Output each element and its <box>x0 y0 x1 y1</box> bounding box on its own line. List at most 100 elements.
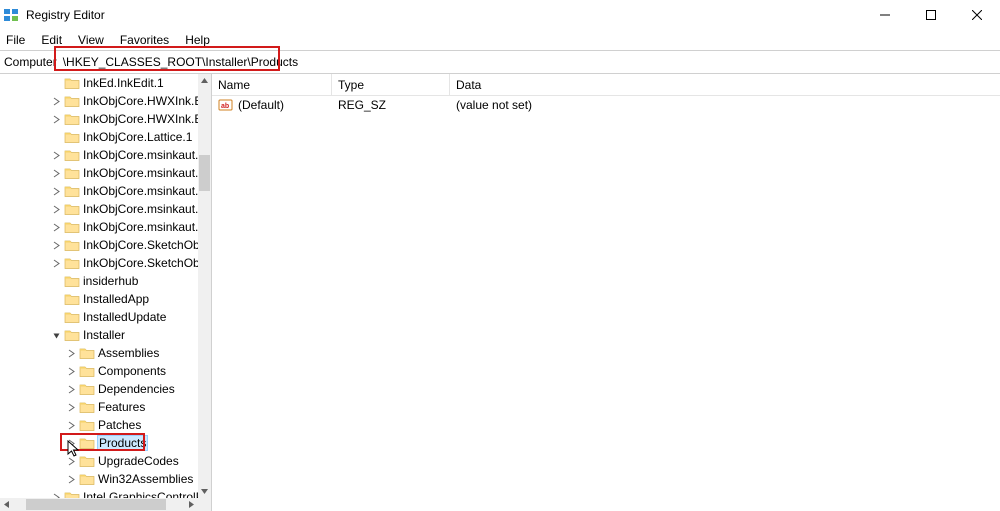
window-controls <box>862 0 1000 30</box>
tree-item-label: InkObjCore.HWXInk.E-I <box>83 112 198 126</box>
menu-edit[interactable]: Edit <box>33 31 70 49</box>
tree-item-label: InkEd.InkEdit.1 <box>83 76 164 90</box>
tree-item[interactable]: Installer <box>0 326 198 344</box>
tree-item-label: InkObjCore.msinkaut.In <box>83 202 198 216</box>
expand-icon[interactable] <box>64 346 78 360</box>
scroll-up-button[interactable] <box>198 74 211 87</box>
menu-view[interactable]: View <box>70 31 112 49</box>
expand-icon[interactable] <box>49 238 63 252</box>
tree-horizontal-scrollbar[interactable] <box>0 498 198 511</box>
expand-icon[interactable] <box>49 184 63 198</box>
expand-icon[interactable] <box>49 220 63 234</box>
tree-item[interactable]: InkObjCore.HWXInk.E-I <box>0 92 198 110</box>
expand-icon[interactable] <box>64 400 78 414</box>
tree-vertical-scrollbar[interactable] <box>198 74 211 498</box>
scroll-track[interactable] <box>13 498 185 511</box>
tree-item-label: InkObjCore.HWXInk.E-I <box>83 94 198 108</box>
tree-item[interactable]: InkObjCore.SketchObj.S <box>0 236 198 254</box>
list-row[interactable]: ab (Default) REG_SZ (value not set) <box>212 96 1000 114</box>
expand-icon[interactable] <box>64 454 78 468</box>
folder-icon <box>64 202 80 216</box>
column-header-type[interactable]: Type <box>332 74 450 95</box>
tree-item[interactable]: InkObjCore.msinkaut.In <box>0 218 198 236</box>
scroll-left-button[interactable] <box>0 498 13 511</box>
expand-spacer <box>49 292 63 306</box>
folder-icon <box>64 76 80 90</box>
tree-item[interactable]: InkObjCore.SketchObj.S <box>0 254 198 272</box>
tree-item[interactable]: InkEd.InkEdit.1 <box>0 74 198 92</box>
expand-spacer <box>49 130 63 144</box>
expand-icon[interactable] <box>64 382 78 396</box>
folder-icon <box>64 328 80 342</box>
scroll-track[interactable] <box>198 87 211 485</box>
tree-item[interactable]: Components <box>0 362 198 380</box>
tree-item[interactable]: Features <box>0 398 198 416</box>
scroll-down-button[interactable] <box>198 485 211 498</box>
tree-item[interactable]: InstalledApp <box>0 290 198 308</box>
string-value-icon: ab <box>218 97 234 113</box>
expand-icon[interactable] <box>64 418 78 432</box>
folder-icon <box>64 166 80 180</box>
list-header: Name Type Data <box>212 74 1000 96</box>
titlebar: Registry Editor <box>0 0 1000 30</box>
folder-icon <box>64 490 80 498</box>
tree-item[interactable]: Intel.GraphicsControlPa <box>0 488 198 498</box>
expand-spacer <box>49 274 63 288</box>
maximize-button[interactable] <box>908 0 954 30</box>
folder-icon <box>64 130 80 144</box>
tree-panel: InkEd.InkEdit.1 InkObjCore.HWXInk.E-I InkO… <box>0 74 212 511</box>
tree-item[interactable]: InkObjCore.msinkaut.In <box>0 182 198 200</box>
address-path[interactable]: \HKEY_CLASSES_ROOT\Installer\Products <box>59 53 1000 71</box>
tree-item[interactable]: Assemblies <box>0 344 198 362</box>
expand-spacer <box>49 76 63 90</box>
folder-icon <box>64 292 80 306</box>
column-header-name[interactable]: Name <box>212 74 332 95</box>
scroll-thumb[interactable] <box>199 155 210 191</box>
tree-item[interactable]: InkObjCore.msinkaut.In <box>0 200 198 218</box>
tree-item[interactable]: InkObjCore.Lattice.1 <box>0 128 198 146</box>
folder-icon <box>79 400 95 414</box>
tree-item[interactable]: InstalledUpdate <box>0 308 198 326</box>
tree-item[interactable]: Dependencies <box>0 380 198 398</box>
menu-bar: File Edit View Favorites Help <box>0 30 1000 50</box>
tree-item-label: InkObjCore.msinkaut.In <box>83 148 198 162</box>
expand-icon[interactable] <box>49 256 63 270</box>
tree-view[interactable]: InkEd.InkEdit.1 InkObjCore.HWXInk.E-I InkO… <box>0 74 198 498</box>
folder-icon <box>79 418 95 432</box>
scroll-right-button[interactable] <box>185 498 198 511</box>
tree-item-label: InkObjCore.msinkaut.In <box>83 166 198 180</box>
tree-item[interactable]: InkObjCore.msinkaut.In <box>0 164 198 182</box>
tree-item-label: insiderhub <box>83 274 138 288</box>
tree-item[interactable]: Win32Assemblies <box>0 470 198 488</box>
expand-icon[interactable] <box>49 490 63 498</box>
tree-item[interactable]: Patches <box>0 416 198 434</box>
expand-icon[interactable] <box>64 436 78 450</box>
expand-icon[interactable] <box>49 112 63 126</box>
expand-icon[interactable] <box>49 202 63 216</box>
value-type: REG_SZ <box>332 98 450 112</box>
expand-icon[interactable] <box>49 166 63 180</box>
column-header-data[interactable]: Data <box>450 74 1000 95</box>
menu-file[interactable]: File <box>4 31 33 49</box>
expand-icon[interactable] <box>49 148 63 162</box>
scroll-thumb[interactable] <box>26 499 166 510</box>
expand-icon[interactable] <box>49 94 63 108</box>
collapse-icon[interactable] <box>49 328 63 342</box>
menu-help[interactable]: Help <box>177 31 218 49</box>
expand-icon[interactable] <box>64 364 78 378</box>
address-label: Computer <box>4 55 59 69</box>
minimize-button[interactable] <box>862 0 908 30</box>
expand-icon[interactable] <box>64 472 78 486</box>
tree-item-label: InstalledUpdate <box>83 310 166 324</box>
tree-item[interactable]: insiderhub <box>0 272 198 290</box>
menu-favorites[interactable]: Favorites <box>112 31 177 49</box>
close-button[interactable] <box>954 0 1000 30</box>
tree-item[interactable]: Products <box>0 434 198 452</box>
tree-item[interactable]: InkObjCore.msinkaut.In <box>0 146 198 164</box>
tree-item[interactable]: InkObjCore.HWXInk.E-I <box>0 110 198 128</box>
folder-icon <box>64 256 80 270</box>
scrollbar-corner <box>198 498 211 511</box>
tree-item[interactable]: UpgradeCodes <box>0 452 198 470</box>
value-name: (Default) <box>238 98 284 112</box>
tree-item-label: InkObjCore.msinkaut.In <box>83 184 198 198</box>
